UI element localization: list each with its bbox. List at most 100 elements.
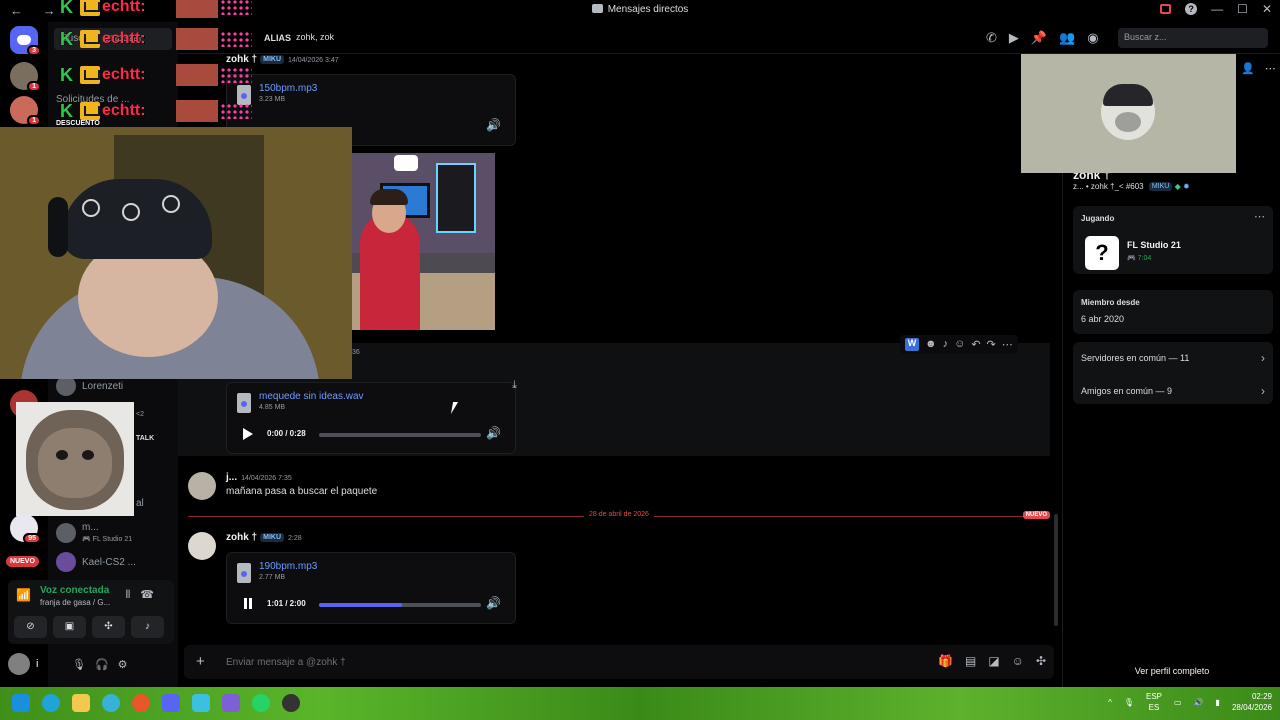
avatar[interactable] [188,472,216,500]
camera-button[interactable]: ⊘ [14,616,47,638]
volume-icon[interactable]: 🔊 [486,596,501,610]
monkey-overlay [16,402,134,516]
explorer-icon[interactable] [72,694,90,712]
avatar[interactable] [188,532,216,560]
soundboard-button[interactable]: ♪ [131,616,164,638]
file-size: 2.77 MB [259,574,286,581]
activities-button[interactable]: ✣ [92,616,125,638]
seek-bar[interactable] [319,433,481,437]
network-icon[interactable]: ▭ [1174,698,1182,707]
timestamp: 14/04/2026 7:35 [241,475,292,482]
profile-toggle-icon[interactable]: ◉ [1087,30,1098,46]
discord-taskbar-icon[interactable] [162,694,180,712]
noise-suppression-icon[interactable]: ⫴ [126,589,141,601]
pin-icon[interactable]: 📌 [1031,30,1047,46]
composer-icons: 🎁 ▤ ◪ ☺ ✣ [938,654,1046,668]
activity-more-icon[interactable]: ⋯ [1254,210,1265,223]
volume-icon[interactable]: 🔊 [486,118,501,132]
maximize-button[interactable]: ☐ [1237,2,1248,16]
clock[interactable]: 02:29 28/04/2026 [1232,691,1272,713]
start-icon[interactable] [12,694,30,712]
close-button[interactable]: ✕ [1262,2,1272,16]
app-icon[interactable] [192,694,210,712]
author-name[interactable]: zohk † [226,532,257,543]
add-friends-icon[interactable]: 👥 [1059,30,1075,46]
view-full-profile-button[interactable]: Ver perfil completo [1063,666,1280,676]
emote-strip: Kechtt: [60,100,252,122]
apps-icon[interactable]: ✣ [1036,654,1046,668]
dm-item-kael[interactable]: Kael-CS2 ... [56,552,136,572]
file-name[interactable]: 150bpm.mp3 [259,83,317,94]
author-name[interactable]: j... [226,472,237,483]
gif-icon[interactable]: ▤ [965,654,976,668]
reply-icon[interactable]: ↶ [971,338,980,351]
message-input[interactable]: Enviar mensaje a @zohk † [226,657,346,668]
volume-icon[interactable]: 🔊 [486,426,501,440]
browser-icon[interactable] [132,694,150,712]
add-reaction-icon[interactable]: ☺ [954,338,965,351]
server-icon[interactable]: 1 [10,62,41,92]
emote-strip: Kechtt: [60,64,252,86]
forward-icon[interactable]: ↷ [987,338,996,351]
download-icon[interactable]: ⤓ [512,379,517,392]
pause-icon[interactable] [243,598,253,610]
member-since-value: 6 abr 2020 [1081,314,1125,324]
app-icon[interactable] [102,694,120,712]
screen-share-button[interactable]: ▣ [53,616,86,638]
scrollbar[interactable] [1054,514,1058,626]
header-icons: ✆ ▶ 📌 👥 ◉ [986,30,1099,46]
battery-icon[interactable]: ▮ [1216,698,1220,707]
video-call-icon[interactable]: ▶ [1009,30,1019,46]
seek-bar[interactable] [319,603,481,607]
file-name[interactable]: mequede sin ideas.wav [259,391,364,402]
server-icon[interactable]: 1 [10,96,41,126]
disconnect-icon[interactable]: ☎ [140,589,164,601]
edge-icon[interactable] [42,694,60,712]
dm-item-m[interactable]: m... 🎮 FL Studio 21 [56,522,132,544]
play-icon[interactable] [243,428,253,440]
headset-icon[interactable]: 🎧 [95,659,118,671]
mic-tray-icon[interactable]: 🎙 [1124,698,1134,707]
profile-more-icon[interactable]: ⋯ [1265,63,1280,75]
word-reaction-icon[interactable]: W [905,338,919,351]
attach-plus-icon[interactable]: + [196,653,205,670]
mic-icon[interactable]: 🎙 [72,659,95,671]
partial-label-text: al [136,498,144,509]
activity-title: Jugando [1081,214,1115,223]
mutual-friends-row[interactable]: Amigos en común — 9 › [1081,384,1265,398]
emote-text: echtt: [102,30,146,47]
guitar-reaction-icon[interactable]: ♪ [943,338,949,351]
home-button[interactable]: 3 [10,26,41,56]
help-icon[interactable]: ? [1185,3,1198,15]
language-indicator[interactable]: ESP ES [1146,691,1162,713]
message-header: j... 14/04/2026 7:35 [226,472,292,483]
file-name[interactable]: 190bpm.mp3 [259,561,317,572]
emote-grid [220,31,252,47]
clan-tag: MIKU [260,55,285,64]
sticker-icon[interactable]: ◪ [988,654,999,668]
settings-gear-icon[interactable]: ⚙ [118,659,137,671]
inbox-icon[interactable] [1160,4,1172,14]
search-input[interactable]: Buscar z... [1118,28,1268,48]
minimize-button[interactable]: — [1211,2,1223,16]
dm-item-lorenzeti[interactable]: Lorenzeti [56,376,123,396]
tray-chevron-icon[interactable]: ^ [1108,698,1112,707]
user-avatar[interactable] [8,653,30,675]
voice-video-tile[interactable] [1021,54,1236,173]
mutual-servers-row[interactable]: Servidores en común — 11 › [1081,351,1265,365]
voice-channel[interactable]: franja de gasa / G... [40,598,110,607]
whatsapp-icon[interactable] [252,694,270,712]
gift-icon[interactable]: 🎁 [938,654,953,668]
add-friend-icon[interactable]: 👤 [1241,63,1265,75]
language-code: ESP [1146,692,1163,701]
volume-tray-icon[interactable]: 🔊 [1194,698,1204,707]
call-icon[interactable]: ✆ [986,30,997,46]
emoji-icon[interactable]: ☺ [1012,654,1024,668]
server-icon[interactable]: 95 [10,514,41,544]
app-icon[interactable] [222,694,240,712]
app-icon[interactable] [282,694,300,712]
server-badge: 1 [27,81,41,92]
more-options-icon[interactable]: ⋯ [1002,338,1013,351]
emoji-reaction-icon[interactable]: ☻ [925,338,937,351]
embedded-image[interactable] [352,153,495,330]
